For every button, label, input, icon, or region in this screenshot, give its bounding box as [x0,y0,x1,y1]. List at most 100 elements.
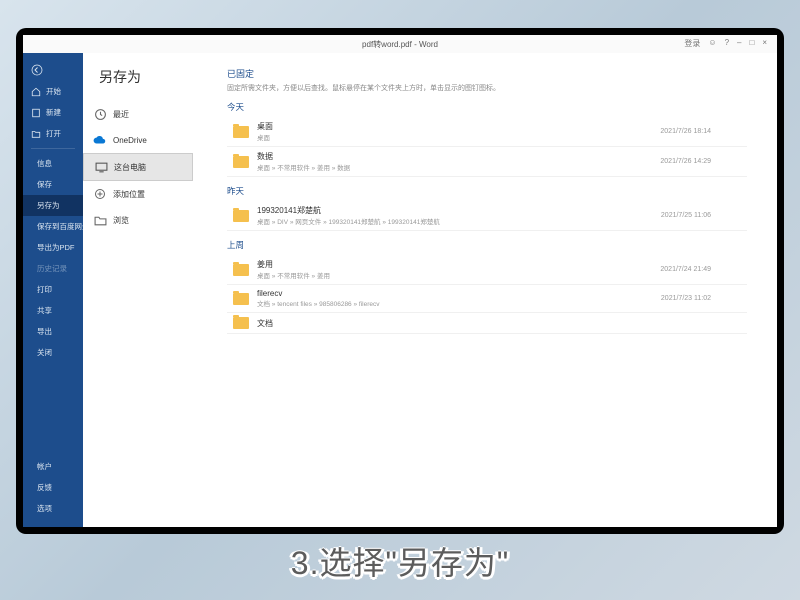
folder-name: 数据 [257,151,660,162]
sidebar-label: 导出为PDF [37,242,75,253]
sidebar-item-account[interactable]: 帐户 [23,456,83,477]
loc-this-pc[interactable]: 这台电脑 [83,153,193,181]
loc-label: OneDrive [113,136,147,145]
folder-date: 2021/7/25 11:06 [661,212,741,219]
sidebar-label: 另存为 [37,200,60,211]
sidebar-item-feedback[interactable]: 反馈 [23,477,83,498]
folder-name: 199320141郑楚航 [257,205,661,216]
loc-browse[interactable]: 浏览 [83,207,193,233]
monitor-frame: pdf转word.pdf - Word 登录 ☺ ? – □ × 开始 [16,28,784,534]
minimize-button[interactable]: – [737,38,741,49]
restore-button[interactable]: □ [749,38,754,49]
sidebar-label: 帐户 [37,461,52,472]
loc-label: 最近 [113,109,129,120]
sidebar-item-saveas[interactable]: 另存为 [23,195,83,216]
sidebar-item-close[interactable]: 关闭 [23,342,83,363]
sidebar-label: 选项 [37,503,52,514]
titlebar: pdf转word.pdf - Word 登录 ☺ ? – □ × [23,35,777,53]
folder-date: 2021/7/26 14:29 [660,158,741,165]
sidebar-label: 打开 [46,128,61,139]
folder-path: 桌面 » DIV » 网页文件 » 199320141郑楚航 » 1993201… [257,216,661,226]
folder-name: 桌面 [257,121,660,132]
plus-icon [93,187,107,201]
folder-row[interactable]: 数据桌面 » 不常用软件 » 姜用 » 数据 2021/7/26 14:29 [227,147,747,177]
folder-icon [233,126,249,138]
sidebar-label: 共享 [37,305,52,316]
loc-label: 这台电脑 [114,162,146,173]
locations-list: 最近 OneDrive 这台电脑 添加位置 [83,101,193,233]
group-lastweek: 上周 [227,239,747,251]
folder-path: 桌面 [257,132,660,142]
folder-list-pane: 已固定 固定所需文件夹，方便以后查找。鼠标悬停在某个文件夹上方时，单击显示的图钉… [213,53,777,527]
app-window: pdf转word.pdf - Word 登录 ☺ ? – □ × 开始 [23,35,777,527]
folder-icon [233,317,249,329]
sidebar-label: 信息 [37,158,52,169]
backstage-sidebar: 开始 新建 打开 信息 保存 另存为 保存到百度网盘 导出为PDF [23,53,83,527]
app-body: 开始 新建 打开 信息 保存 另存为 保存到百度网盘 导出为PDF [23,53,777,527]
sidebar-label: 保存 [37,179,52,190]
home-icon [31,87,41,97]
folder-path: 桌面 » 不常用软件 » 姜用 » 数据 [257,162,660,172]
sidebar-item-history: 历史记录 [23,258,83,279]
page-title: 另存为 [83,53,213,101]
sidebar-label: 保存到百度网盘 [37,221,90,232]
loc-add-place[interactable]: 添加位置 [83,181,193,207]
group-yesterday: 昨天 [227,185,747,197]
folder-row[interactable]: 199320141郑楚航桌面 » DIV » 网页文件 » 199320141郑… [227,201,747,231]
sidebar-item-save[interactable]: 保存 [23,174,83,195]
document-title: pdf转word.pdf - Word [362,39,438,50]
sidebar-label: 反馈 [37,482,52,493]
folder-row[interactable]: 桌面桌面 2021/7/26 18:14 [227,117,747,147]
open-icon [31,129,41,139]
sidebar-label: 关闭 [37,347,52,358]
folder-path: 桌面 » 不常用软件 » 姜用 [257,270,660,280]
folder-date: 2021/7/23 11:02 [661,295,741,302]
sidebar-label: 导出 [37,326,52,337]
sidebar-item-export[interactable]: 导出 [23,321,83,342]
sidebar-label: 历史记录 [37,263,67,274]
folder-name: 文档 [257,318,711,329]
sidebar-item-export-pdf[interactable]: 导出为PDF [23,237,83,258]
sidebar-item-open[interactable]: 打开 [23,123,83,144]
sidebar-item-options[interactable]: 选项 [23,498,83,519]
loc-label: 添加位置 [113,189,145,200]
folder-icon [233,156,249,168]
sidebar-item-share[interactable]: 共享 [23,300,83,321]
pinned-subtext: 固定所需文件夹，方便以后查找。鼠标悬停在某个文件夹上方时，单击显示的图钉图标。 [227,83,747,93]
clock-icon [93,107,107,121]
sidebar-item-info[interactable]: 信息 [23,153,83,174]
folder-path: 文档 » tencent files » 985806286 » filerec… [257,298,661,308]
folder-icon [233,210,249,222]
group-today: 今天 [227,101,747,113]
sidebar-item-print[interactable]: 打印 [23,279,83,300]
folder-icon [233,264,249,276]
folder-icon [233,293,249,305]
tutorial-caption: 3.选择"另存为" [0,538,800,584]
help-icon[interactable]: ? [725,38,729,49]
new-icon [31,108,41,118]
face-icon[interactable]: ☺ [708,38,716,49]
login-link[interactable]: 登录 [684,38,700,49]
back-button[interactable] [23,59,83,81]
sidebar-item-new[interactable]: 新建 [23,102,83,123]
window-controls: 登录 ☺ ? – □ × [674,35,777,52]
loc-label: 浏览 [113,215,129,226]
folder-row[interactable]: 文档 [227,313,747,334]
main-content: 另存为 最近 OneDrive 这台电脑 [83,53,777,527]
pc-icon [94,160,108,174]
back-arrow-icon [31,64,43,76]
sidebar-label: 开始 [46,86,61,97]
sidebar-item-save-baidu[interactable]: 保存到百度网盘 [23,216,83,237]
loc-onedrive[interactable]: OneDrive [83,127,193,153]
folder-date: 2021/7/26 18:14 [660,128,741,135]
folder-name: 姜用 [257,259,660,270]
folder-name: filerecv [257,289,661,298]
folder-row[interactable]: 姜用桌面 » 不常用软件 » 姜用 2021/7/24 21:49 [227,255,747,285]
close-button[interactable]: × [762,38,767,49]
folder-row[interactable]: filerecv文档 » tencent files » 985806286 »… [227,285,747,313]
sidebar-label: 新建 [46,107,61,118]
folder-date: 2021/7/24 21:49 [660,266,741,273]
cloud-icon [93,133,107,147]
loc-recent[interactable]: 最近 [83,101,193,127]
sidebar-item-home[interactable]: 开始 [23,81,83,102]
